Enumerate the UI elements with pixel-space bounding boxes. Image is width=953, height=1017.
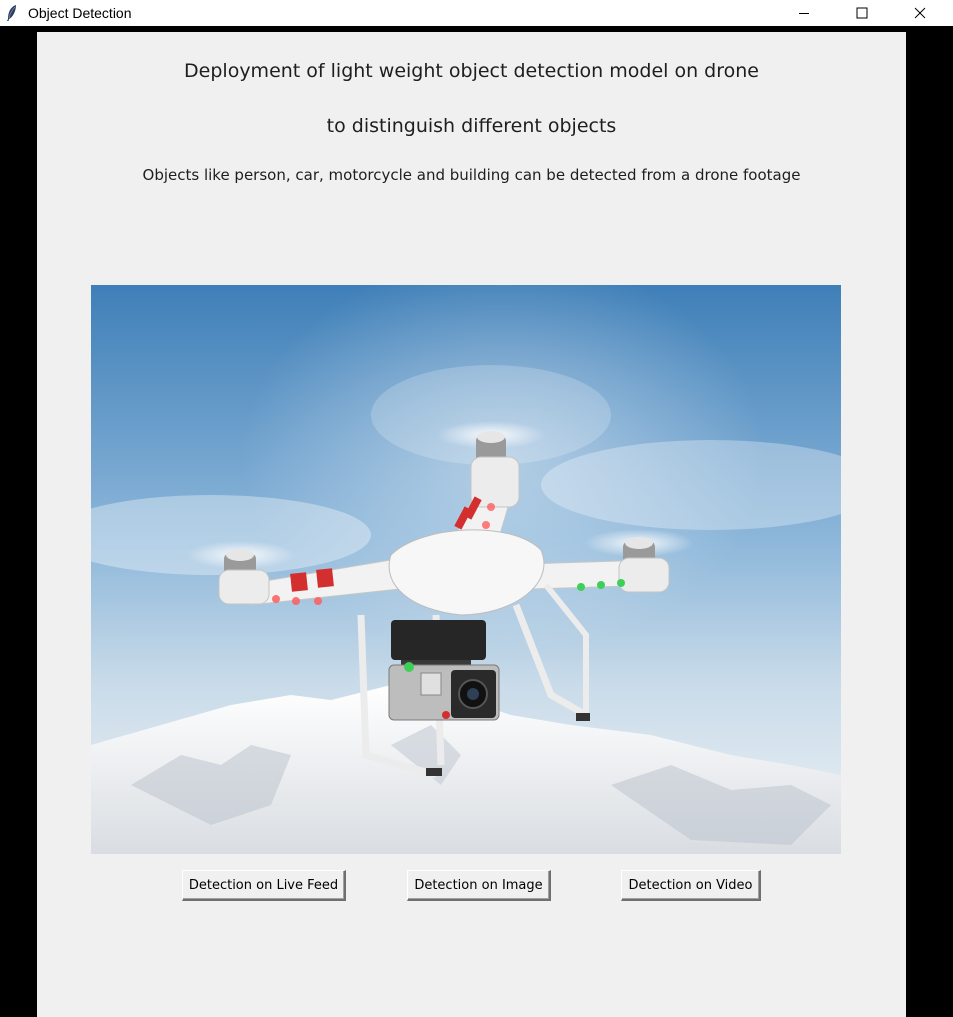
page-title-line-2: to distinguish different objects bbox=[326, 115, 617, 137]
minimize-icon bbox=[798, 4, 810, 23]
maximize-icon bbox=[856, 4, 868, 23]
detection-image-button[interactable]: Detection on Image bbox=[407, 870, 551, 901]
page-title: Deployment of light weight object detect… bbox=[184, 60, 759, 82]
feather-icon bbox=[5, 4, 19, 22]
maximize-button[interactable] bbox=[833, 0, 891, 26]
detection-video-button[interactable]: Detection on Video bbox=[621, 870, 761, 901]
page-subtitle: Objects like person, car, motorcycle and… bbox=[142, 166, 801, 184]
drone-image bbox=[91, 285, 841, 854]
close-button[interactable] bbox=[891, 0, 949, 26]
app-window: Object Detection Deployment of light wei… bbox=[0, 0, 953, 1017]
title-bar[interactable]: Object Detection bbox=[0, 0, 953, 26]
close-icon bbox=[914, 4, 926, 23]
client-area: Deployment of light weight object detect… bbox=[37, 32, 906, 1017]
minimize-button[interactable] bbox=[775, 0, 833, 26]
window-title: Object Detection bbox=[28, 5, 132, 21]
detection-live-feed-button[interactable]: Detection on Live Feed bbox=[182, 870, 346, 901]
